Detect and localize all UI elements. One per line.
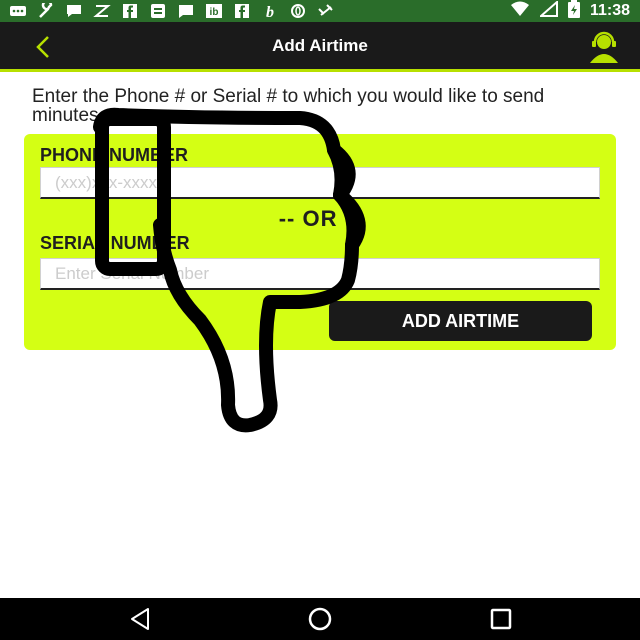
facebook-icon <box>232 2 252 20</box>
messages-icon <box>176 2 196 20</box>
support-button[interactable] <box>584 30 624 64</box>
notification-icons: ib b <box>8 2 336 20</box>
nav-recents-icon <box>490 608 512 630</box>
zello-icon <box>92 2 112 20</box>
or-divider: -- OR -- <box>278 206 362 231</box>
nav-home-icon <box>308 607 332 631</box>
satellite-icon <box>316 2 336 20</box>
phone-number-label: PHONE NUMBER <box>40 145 189 165</box>
wifi-icon <box>510 1 530 22</box>
page-title: Add Airtime <box>272 36 368 55</box>
app-header: Add Airtime <box>0 22 640 72</box>
airtime-form: PHONE NUMBER -- OR -- SERIAL NUMBER ADD … <box>24 134 616 350</box>
system-status: 11:38 <box>510 0 630 22</box>
clock: 11:38 <box>589 2 630 19</box>
nav-recents-button[interactable] <box>486 606 516 632</box>
b-icon: b <box>260 2 280 20</box>
signal-icon <box>538 0 558 22</box>
nav-home-button[interactable] <box>305 606 335 632</box>
nav-back-button[interactable] <box>126 606 156 632</box>
battery-icon <box>567 0 580 23</box>
add-airtime-button[interactable]: ADD AIRTIME <box>329 301 592 341</box>
chat-icon <box>8 2 28 20</box>
nav-back-icon <box>131 608 149 630</box>
instructions-text: Enter the Phone # or Serial # to which y… <box>32 86 545 126</box>
bbm-icon <box>64 2 84 20</box>
wrench-icon <box>36 2 56 20</box>
svg-text:b: b <box>266 4 274 19</box>
ib-icon: ib <box>204 2 224 20</box>
system-nav-bar <box>0 598 640 640</box>
facebook-icon <box>120 2 140 20</box>
status-bar: ib b 11:38 <box>0 0 640 22</box>
drive-icon <box>148 2 168 20</box>
svg-text:ib: ib <box>210 7 219 18</box>
serial-number-label: SERIAL NUMBER <box>40 233 190 253</box>
support-agent-icon <box>590 31 618 63</box>
phone-number-input[interactable] <box>40 167 600 199</box>
opera-icon <box>288 2 308 20</box>
serial-number-input[interactable] <box>40 258 600 290</box>
